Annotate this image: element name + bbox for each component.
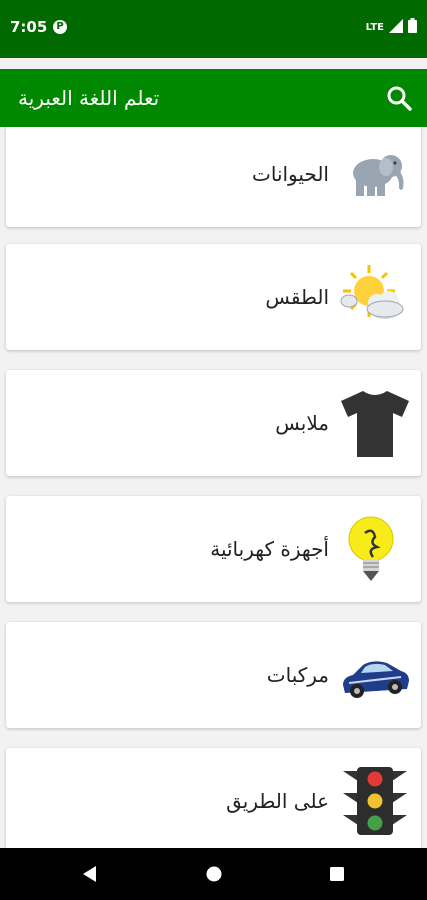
- home-icon: [206, 866, 222, 882]
- category-label: أجهزة كهربائية: [210, 537, 329, 561]
- sun-cloud-icon: [339, 261, 411, 333]
- category-card-clothes[interactable]: ملابس: [6, 370, 421, 476]
- category-label: الطقس: [265, 285, 329, 309]
- status-indicators: LTE: [366, 18, 417, 37]
- battery-icon: [408, 18, 417, 37]
- category-list[interactable]: الحيوانات الطقس ملابس أجهزة كهربائية مرك…: [0, 127, 427, 848]
- category-card-weather[interactable]: الطقس: [6, 244, 421, 350]
- app-bar: تعلم اللغة العبرية: [0, 69, 427, 127]
- category-label: مركبات: [266, 663, 329, 687]
- elephant-icon: [339, 138, 411, 210]
- back-button[interactable]: [76, 860, 104, 888]
- category-card-on-the-road[interactable]: على الطريق: [6, 748, 421, 848]
- navigation-bar: [0, 848, 427, 900]
- category-card-animals[interactable]: الحيوانات: [6, 127, 421, 227]
- search-button[interactable]: [381, 80, 417, 116]
- home-button[interactable]: [200, 860, 228, 888]
- car-icon: [339, 639, 411, 711]
- network-type: LTE: [365, 22, 384, 33]
- search-icon: [387, 86, 412, 111]
- status-bar: 7:05 P LTE: [0, 0, 427, 58]
- tshirt-icon: [339, 387, 411, 459]
- back-icon: [83, 866, 96, 882]
- category-card-vehicles[interactable]: مركبات: [6, 622, 421, 728]
- category-label: ملابس: [275, 411, 329, 435]
- signal-icon: [389, 18, 403, 37]
- category-label: الحيوانات: [252, 162, 329, 186]
- lightbulb-icon: [339, 513, 411, 585]
- category-label: على الطريق: [226, 789, 329, 813]
- traffic-light-icon: [339, 765, 411, 837]
- status-time: 7:05: [10, 18, 48, 36]
- category-card-electrical-appliances[interactable]: أجهزة كهربائية: [6, 496, 421, 602]
- notification-app-icon: P: [53, 20, 67, 34]
- recents-button[interactable]: [323, 860, 351, 888]
- recents-icon: [330, 867, 344, 881]
- app-title: تعلم اللغة العبرية: [18, 86, 160, 110]
